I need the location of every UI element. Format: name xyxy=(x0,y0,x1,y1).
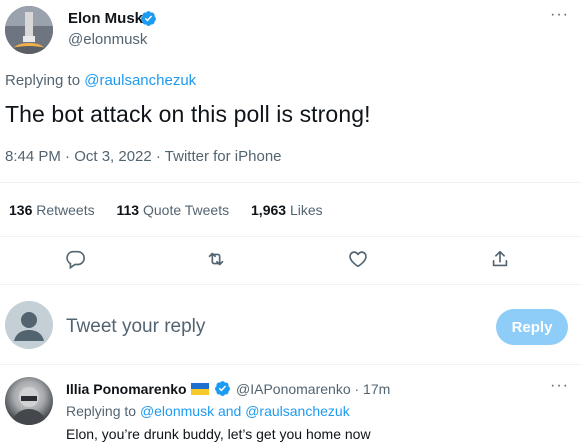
retweets-count: 136 xyxy=(9,202,33,218)
divider xyxy=(0,284,581,285)
divider xyxy=(0,364,581,365)
current-user-avatar[interactable] xyxy=(5,301,53,349)
reply-author-handle[interactable]: @IAPonomarenko xyxy=(236,381,351,397)
replying-to-link[interactable]: @raulsanchezuk xyxy=(84,72,196,89)
tweet-timestamp-source[interactable]: 8:44 PM · Oct 3, 2022 · Twitter for iPho… xyxy=(5,148,282,165)
more-options-icon[interactable]: ··· xyxy=(550,6,569,24)
reply-input[interactable]: Tweet your reply xyxy=(66,316,205,338)
reply-time[interactable]: · 17m xyxy=(355,381,391,397)
reply-author-name[interactable]: Illia Ponomarenko xyxy=(66,381,187,397)
divider xyxy=(0,182,581,183)
author-name[interactable]: Elon Musk xyxy=(68,10,143,27)
author-avatar[interactable] xyxy=(5,6,53,54)
author-handle[interactable]: @elonmusk xyxy=(68,31,147,48)
reply-text: Elon, you’re drunk buddy, let’s get you … xyxy=(66,426,371,442)
quote-tweets-count: 113 xyxy=(116,202,140,218)
reply-replying-to-link-2[interactable]: @raulsanchezuk xyxy=(245,403,350,419)
reply-more-options-icon[interactable]: ··· xyxy=(550,377,569,395)
reply-replying-to-line: Replying to @elonmusk and @raulsanchezuk xyxy=(66,403,350,419)
like-icon[interactable] xyxy=(347,248,369,270)
likes-stat[interactable]: 1,963 Likes xyxy=(251,202,323,218)
reply-replying-and: and xyxy=(217,403,242,419)
reply-author-handle-time: @IAPonomarenko · 17m xyxy=(236,381,390,397)
reply-icon[interactable] xyxy=(64,248,86,270)
avatar-image xyxy=(11,387,47,425)
likes-count: 1,963 xyxy=(251,202,287,218)
replying-to-line: Replying to @raulsanchezuk xyxy=(5,72,196,89)
avatar-image xyxy=(5,6,53,54)
tweet-text: The bot attack on this poll is strong! xyxy=(5,101,371,127)
default-avatar-icon xyxy=(14,312,44,341)
reply-replying-to-label: Replying to xyxy=(66,403,137,419)
likes-label: Likes xyxy=(289,202,323,218)
quote-tweets-stat[interactable]: 113 Quote Tweets xyxy=(117,202,230,218)
retweet-icon[interactable] xyxy=(205,248,227,270)
quote-tweets-label: Quote Tweets xyxy=(142,202,230,218)
reply-button[interactable]: Reply xyxy=(496,309,568,345)
retweets-stat[interactable]: 136 Retweets xyxy=(9,202,95,218)
tweet-stats: 136 Retweets 113 Quote Tweets 1,963 Like… xyxy=(9,202,341,218)
verified-badge-icon xyxy=(215,381,230,396)
reply-replying-to-link-1[interactable]: @elonmusk xyxy=(140,403,214,419)
replying-to-label: Replying to xyxy=(5,72,81,89)
retweets-label: Retweets xyxy=(36,202,95,218)
share-icon[interactable] xyxy=(489,248,511,270)
verified-badge-icon xyxy=(141,11,156,26)
reply-author-avatar[interactable] xyxy=(5,377,53,425)
divider xyxy=(0,236,581,237)
ukraine-flag-icon xyxy=(191,383,209,395)
